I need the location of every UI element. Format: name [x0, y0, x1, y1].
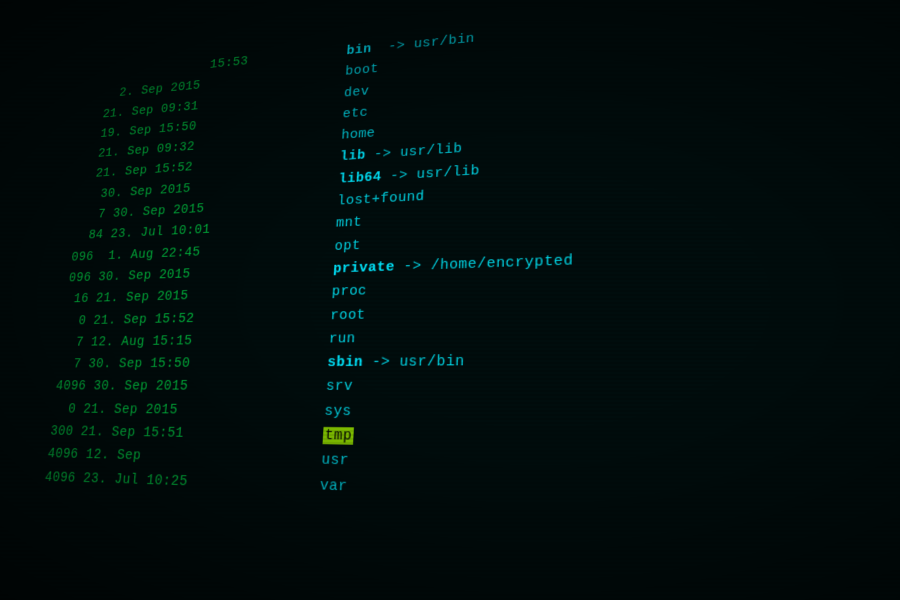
- line-17: 0 21. Sep 2015: [52, 398, 307, 423]
- terminal-window: 15:53 2. Sep 2015 21. Sep 09:31 19. Sep …: [0, 0, 900, 600]
- terminal-content: 15:53 2. Sep 2015 21. Sep 09:31 19. Sep …: [23, 0, 900, 600]
- entry-sbin: sbin -> usr/bin: [327, 345, 900, 375]
- line-16: 4096 30. Sep 2015: [54, 375, 308, 399]
- right-column: bin -> usr/bin boot dev etc home lib -> …: [294, 0, 900, 600]
- line-15: 7 30. Sep 15:50: [57, 352, 310, 376]
- line-14: 7 12. Aug 15:15: [60, 328, 311, 354]
- entry-srv: srv: [325, 374, 900, 403]
- left-column: 15:53 2. Sep 2015 21. Sep 09:31 19. Sep …: [32, 43, 329, 597]
